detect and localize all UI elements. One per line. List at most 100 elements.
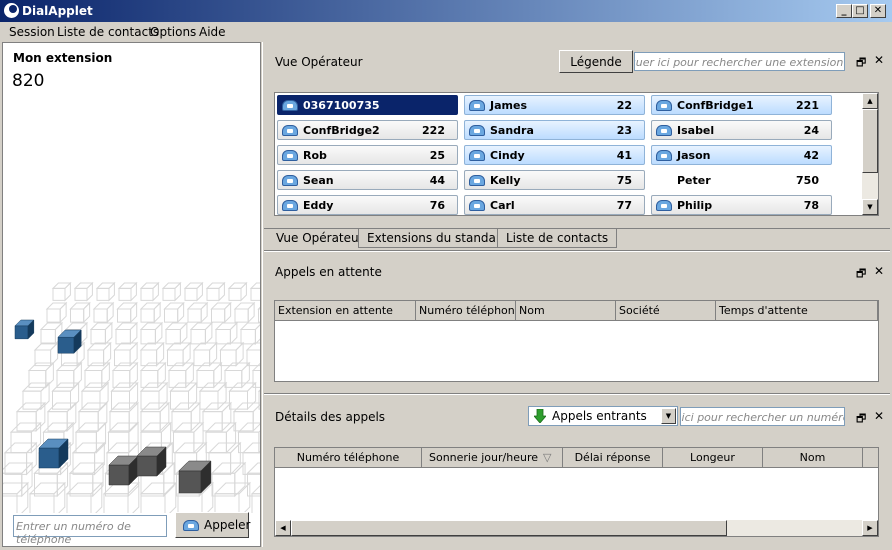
extension-name: ConfBridge1 (677, 99, 754, 112)
scroll-thumb[interactable] (291, 520, 727, 536)
call-details-table: Numéro téléphone Sonnerie jour/heure ▽ D… (274, 447, 879, 537)
extension-card[interactable]: Carl 77 (464, 195, 645, 215)
menu-session[interactable]: Session (9, 25, 55, 39)
extension-number: 75 (616, 174, 632, 187)
column-header[interactable]: Nom (516, 301, 616, 321)
waiting-calls-title: Appels en attente (275, 265, 382, 279)
column-header[interactable]: Numéro téléphone (275, 448, 422, 468)
undock-icon[interactable]: 🗗 (856, 265, 866, 284)
extension-number: 42 (803, 149, 819, 162)
extension-number: 750 (796, 174, 819, 187)
extension-name: Sandra (490, 124, 534, 137)
extension-number: 23 (616, 124, 632, 137)
view-tabs: Vue Opérateur Extensions du standard Lis… (264, 228, 890, 248)
close-icon[interactable]: ✕ (874, 264, 884, 278)
tab-contacts[interactable]: Liste de contacts (497, 229, 618, 248)
extension-card[interactable]: 0367100735 (277, 95, 458, 115)
menu-options[interactable]: Options (150, 25, 196, 39)
scroll-down-icon[interactable]: ▼ (862, 199, 878, 215)
column-header[interactable]: Délai réponse (563, 448, 663, 468)
close-icon[interactable]: ✕ (874, 409, 884, 423)
phone-icon (469, 175, 485, 186)
extension-card[interactable]: Sandra 23 (464, 120, 645, 140)
extension-card[interactable]: Eddy 76 (277, 195, 458, 215)
phone-icon (656, 200, 672, 211)
sort-icon: ▽ (543, 451, 552, 464)
extensions-grid: 0367100735 James 22 ConfBridge1 221 ConfBridg… (274, 92, 879, 216)
extension-number: 22 (616, 99, 632, 112)
column-header[interactable]: Temps d'attente (716, 301, 878, 321)
legend-button[interactable]: Légende (559, 50, 633, 73)
close-window-button[interactable]: ✕ (870, 4, 886, 18)
undock-icon[interactable]: 🗗 (856, 54, 866, 73)
title-bar: DialApplet _ □ ✕ (0, 0, 892, 22)
phone-icon (656, 150, 672, 161)
extension-name: Cindy (490, 149, 525, 162)
undock-icon[interactable]: 🗗 (856, 410, 866, 429)
extension-label: Mon extension (13, 51, 113, 65)
column-header[interactable]: Sonnerie jour/heure (422, 448, 563, 468)
tab-operator-view[interactable]: Vue Opérateur (267, 229, 373, 248)
column-header[interactable]: Nom (763, 448, 863, 468)
column-header[interactable]: Longeur (663, 448, 763, 468)
extension-number: 25 (429, 149, 445, 162)
extension-name: 0367100735 (303, 99, 380, 112)
phone-icon (469, 100, 485, 111)
extension-search-input[interactable]: Cliquer ici pour rechercher une extensio… (634, 52, 845, 71)
extension-panel: Mon extension 820 Entrer un numéro de té… (2, 42, 261, 547)
call-details-title: Détails des appels (275, 410, 386, 424)
extension-number: 77 (616, 199, 632, 212)
extension-number: 221 (796, 99, 819, 112)
extension-card[interactable]: Sean 44 (277, 170, 458, 190)
extension-name: ConfBridge2 (303, 124, 380, 137)
scroll-right-icon[interactable]: ▶ (862, 520, 878, 536)
extension-name: Rob (303, 149, 327, 162)
tab-standard-extensions[interactable]: Extensions du standard (358, 229, 518, 248)
menu-help[interactable]: Aide (199, 25, 226, 39)
column-header[interactable]: Numéro téléphone (416, 301, 516, 321)
number-search-input[interactable]: Cliquer ici pour rechercher un numéro (680, 407, 845, 426)
extension-card[interactable]: Rob 25 (277, 145, 458, 165)
extension-card[interactable]: ConfBridge1 221 (651, 95, 832, 115)
extension-card[interactable]: James 22 (464, 95, 645, 115)
close-icon[interactable]: ✕ (874, 53, 884, 67)
extension-name: Jason (677, 149, 711, 162)
app-icon (4, 3, 19, 18)
extension-card[interactable]: Peter 750 (651, 170, 832, 190)
horizontal-scrollbar[interactable]: ◀ ▶ (275, 520, 878, 536)
extension-name: Peter (677, 174, 711, 187)
maximize-button[interactable]: □ (852, 4, 868, 18)
call-button[interactable]: Appeler (175, 512, 250, 538)
phone-icon (282, 150, 298, 161)
cube-illustration (3, 281, 260, 513)
phone-icon (656, 125, 672, 136)
phone-icon (469, 125, 485, 136)
waiting-calls-table: Extension en attente Numéro téléphone No… (274, 300, 879, 382)
scroll-up-icon[interactable]: ▲ (862, 93, 878, 109)
column-header[interactable]: Extension en attente (275, 301, 416, 321)
grid-scrollbar[interactable]: ▲ ▼ (862, 93, 878, 215)
extension-name: Sean (303, 174, 334, 187)
divider (264, 250, 890, 252)
minimize-button[interactable]: _ (836, 4, 852, 18)
call-filter-value: Appels entrants (552, 409, 647, 423)
scroll-left-icon[interactable]: ◀ (275, 520, 291, 536)
extension-card[interactable]: Jason 42 (651, 145, 832, 165)
phone-number-input[interactable]: Entrer un numéro de téléphone (13, 515, 167, 546)
column-header[interactable]: Société (616, 301, 716, 321)
menu-contacts[interactable]: Liste de contacts (57, 25, 159, 39)
phone-icon (183, 520, 199, 531)
extension-card[interactable]: Kelly 75 (464, 170, 645, 190)
chevron-down-icon[interactable]: ▼ (661, 408, 676, 424)
extension-card[interactable]: Cindy 41 (464, 145, 645, 165)
extension-name: Isabel (677, 124, 715, 137)
phone-icon (282, 125, 298, 136)
scroll-thumb[interactable] (862, 109, 878, 173)
extension-card[interactable]: Isabel 24 (651, 120, 832, 140)
call-filter-select[interactable]: Appels entrants ▼ (528, 406, 678, 426)
extension-card[interactable]: ConfBridge2 222 (277, 120, 458, 140)
phone-icon (282, 200, 298, 211)
extension-card[interactable]: Philip 78 (651, 195, 832, 215)
phone-icon (469, 150, 485, 161)
extension-name: Eddy (303, 199, 334, 212)
